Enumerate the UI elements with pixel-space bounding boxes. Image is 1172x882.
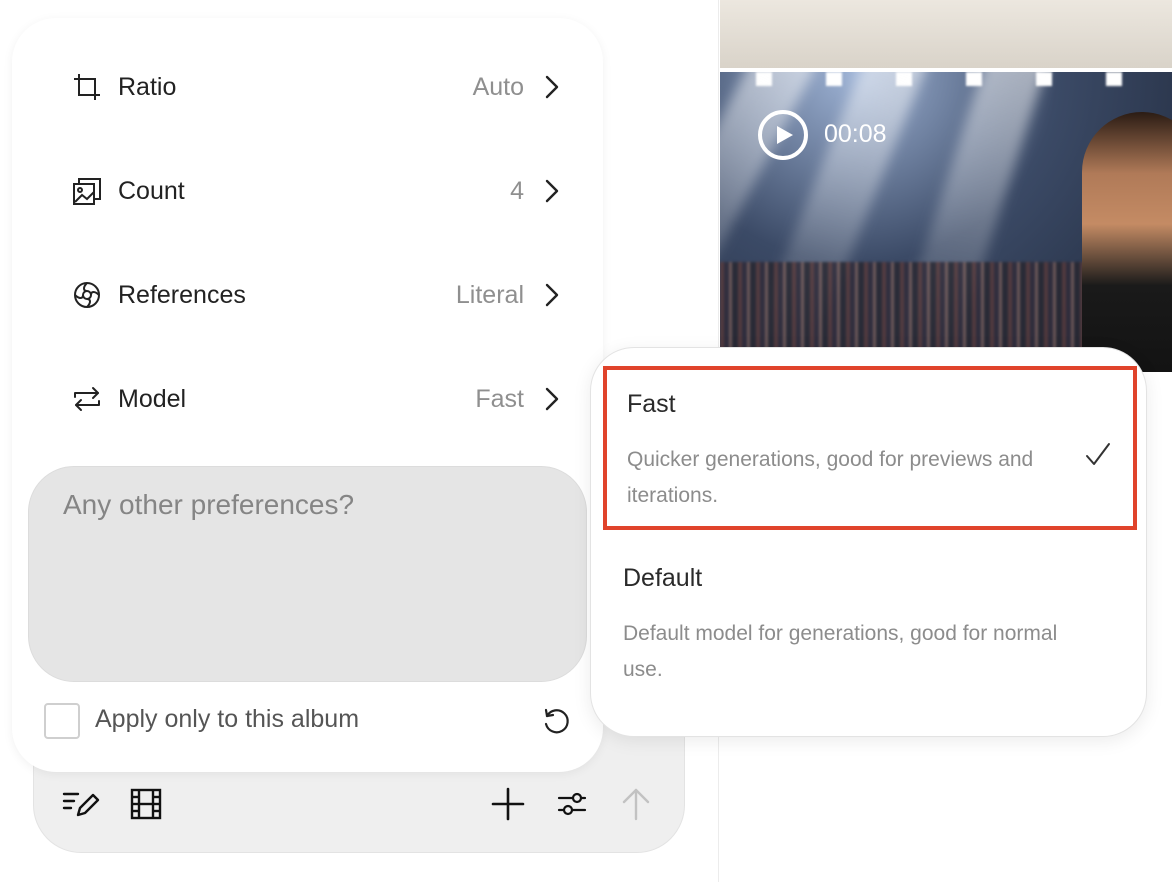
references-row[interactable]: References Literal — [72, 270, 562, 320]
image-stack-icon — [72, 176, 102, 206]
play-icon[interactable] — [758, 110, 808, 160]
option-title: Fast — [627, 390, 676, 418]
count-label: Count — [118, 176, 185, 205]
model-option-fast[interactable]: Fast Quicker generations, good for previ… — [603, 366, 1137, 530]
model-option-default[interactable]: Default Default model for generations, g… — [603, 548, 1137, 698]
edit-list-icon[interactable] — [62, 788, 102, 820]
count-value: 4 — [510, 176, 524, 205]
references-value: Literal — [455, 280, 524, 309]
option-title: Default — [623, 564, 703, 592]
fighter-figure — [1082, 112, 1172, 372]
apply-album-label: Apply only to this album — [95, 705, 360, 733]
checkmark-icon — [1085, 442, 1115, 472]
option-description: Quicker generations, good for previews a… — [627, 448, 1034, 507]
model-value: Fast — [475, 384, 524, 413]
crop-icon — [72, 72, 102, 102]
count-row[interactable]: Count 4 — [72, 166, 562, 216]
ratio-label: Ratio — [118, 72, 177, 101]
option-description: Default model for generations, good for … — [623, 622, 1058, 681]
references-label: References — [118, 280, 246, 309]
sliders-icon[interactable] — [556, 788, 588, 820]
plus-icon[interactable] — [490, 786, 526, 822]
chevron-right-icon — [542, 74, 562, 100]
ratio-row[interactable]: Ratio Auto — [72, 62, 562, 112]
swap-icon — [72, 384, 102, 414]
settings-panel: Ratio Auto Count 4 References Literal Mo… — [12, 18, 603, 772]
film-icon[interactable] — [130, 787, 162, 821]
model-row[interactable]: Model Fast — [72, 374, 562, 424]
apply-album-checkbox[interactable] — [44, 703, 80, 739]
chevron-right-icon — [542, 178, 562, 204]
ratio-value: Auto — [472, 72, 524, 101]
references-icon — [72, 280, 102, 310]
preferences-input[interactable] — [29, 467, 586, 681]
video-duration: 00:08 — [824, 120, 887, 148]
model-menu: Fast Quicker generations, good for previ… — [590, 347, 1147, 737]
model-label: Model — [118, 384, 187, 413]
preferences-input-wrap — [28, 466, 587, 682]
chevron-right-icon — [542, 282, 562, 308]
arrow-up-icon[interactable] — [620, 786, 652, 822]
chevron-right-icon — [542, 386, 562, 412]
thumbnail-image[interactable] — [720, 0, 1172, 68]
reset-icon[interactable] — [540, 705, 572, 737]
